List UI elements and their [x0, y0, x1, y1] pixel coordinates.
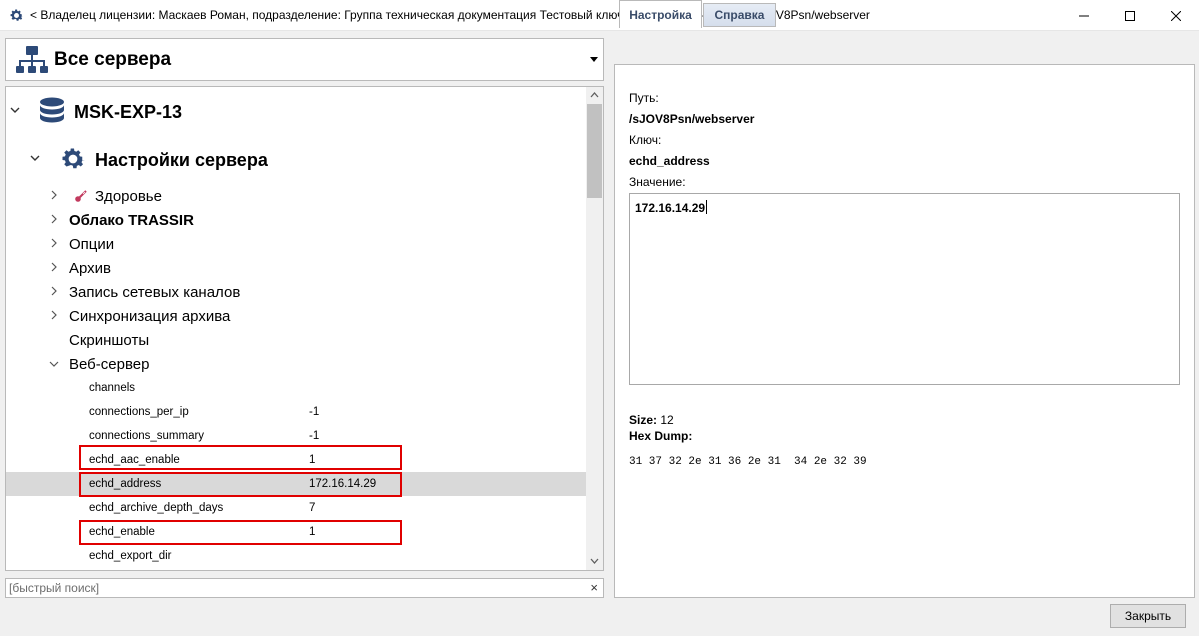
tree-item-screenshots[interactable]: Скриншоты	[69, 332, 149, 349]
tree-settings-node[interactable]: Настройки сервера	[95, 150, 268, 171]
minimize-button[interactable]	[1061, 0, 1107, 31]
tree-item-archive[interactable]: Архив	[69, 260, 111, 277]
size-line: Size: 12	[629, 413, 674, 427]
network-icon	[16, 46, 48, 73]
chevron-right-icon[interactable]	[51, 238, 58, 248]
chevron-right-icon[interactable]	[51, 286, 58, 296]
key-name[interactable]: echd_export_dir	[89, 550, 171, 562]
text-caret	[706, 200, 708, 214]
quick-search: ×	[5, 578, 604, 598]
maximize-button[interactable]	[1107, 0, 1153, 31]
gear-icon	[62, 148, 85, 169]
tab-help[interactable]: Справка	[703, 3, 776, 27]
size-label: Size:	[629, 413, 658, 427]
settings-tree[interactable]: MSK-EXP-13 Настройки сервера Здоровье Об…	[5, 86, 604, 571]
scroll-up-icon[interactable]	[590, 92, 599, 98]
key-value: -1	[309, 430, 320, 442]
key-name[interactable]: connections_per_ip	[89, 406, 189, 418]
key-value: echd_address	[629, 154, 710, 168]
close-button[interactable]: Закрыть	[1110, 604, 1186, 628]
highlight-box	[79, 520, 402, 545]
chevron-right-icon[interactable]	[51, 310, 58, 320]
tree-item-webserver[interactable]: Веб-сервер	[69, 356, 149, 373]
path-value: /sJOV8Psn/webserver	[629, 112, 755, 126]
scroll-down-icon[interactable]	[590, 558, 599, 564]
key-name[interactable]: echd_archive_depth_days	[89, 502, 223, 514]
chevron-down-icon[interactable]	[30, 155, 40, 162]
tree-item-options[interactable]: Опции	[69, 236, 114, 253]
clear-icon[interactable]: ×	[590, 580, 598, 595]
chevron-down-icon[interactable]	[49, 361, 59, 368]
value-textarea[interactable]: 172.16.14.29	[629, 193, 1180, 385]
value-text: 172.16.14.29	[635, 201, 706, 215]
gear-app-icon	[10, 9, 24, 21]
database-icon	[40, 97, 64, 123]
tree-item-network-recording[interactable]: Запись сетевых каналов	[69, 284, 240, 301]
tree-server-node[interactable]: MSK-EXP-13	[74, 102, 182, 123]
size-value: 12	[660, 413, 674, 427]
key-label: Ключ:	[629, 133, 662, 147]
details-panel: Путь: /sJOV8Psn/webserver Ключ: echd_add…	[614, 64, 1195, 598]
dropdown-arrow-icon[interactable]	[590, 57, 598, 62]
path-label: Путь:	[629, 91, 659, 105]
server-selector[interactable]: Все сервера	[5, 38, 604, 81]
key-value: 7	[309, 502, 316, 514]
hex-label: Hex Dump:	[629, 429, 693, 443]
title-bar: < Владелец лицензии: Маскаев Роман, подр…	[0, 0, 1199, 31]
chevron-down-icon[interactable]	[10, 107, 20, 114]
tree-item-archive-sync[interactable]: Синхронизация архива	[69, 308, 230, 325]
hex-dump: 31 37 32 2e 31 36 2e 31 34 2e 32 39	[629, 456, 867, 468]
tree-item-health[interactable]: Здоровье	[95, 188, 162, 205]
key-name[interactable]: channels	[89, 382, 135, 394]
key-value: -1	[309, 406, 320, 418]
scroll-thumb[interactable]	[587, 104, 602, 198]
search-input[interactable]	[8, 580, 578, 596]
tab-settings[interactable]: Настройка	[619, 0, 702, 28]
server-selector-label: Все сервера	[54, 49, 172, 70]
minimize-icon	[1079, 15, 1089, 16]
close-icon	[1171, 10, 1181, 21]
chevron-right-icon[interactable]	[51, 262, 58, 272]
tree-scrollbar[interactable]	[586, 87, 603, 570]
maximize-icon	[1125, 10, 1135, 21]
value-text-wrap: 172.16.14.29	[635, 200, 708, 215]
tree-item-cloud[interactable]: Облако TRASSIR	[69, 212, 194, 229]
close-window-button[interactable]	[1153, 0, 1199, 31]
chevron-right-icon[interactable]	[51, 190, 58, 200]
chevron-right-icon[interactable]	[51, 214, 58, 224]
highlight-box	[79, 445, 402, 470]
highlight-box	[79, 472, 402, 497]
thermometer-icon	[75, 190, 87, 202]
key-name[interactable]: connections_summary	[89, 430, 204, 442]
value-label: Значение:	[629, 175, 686, 189]
